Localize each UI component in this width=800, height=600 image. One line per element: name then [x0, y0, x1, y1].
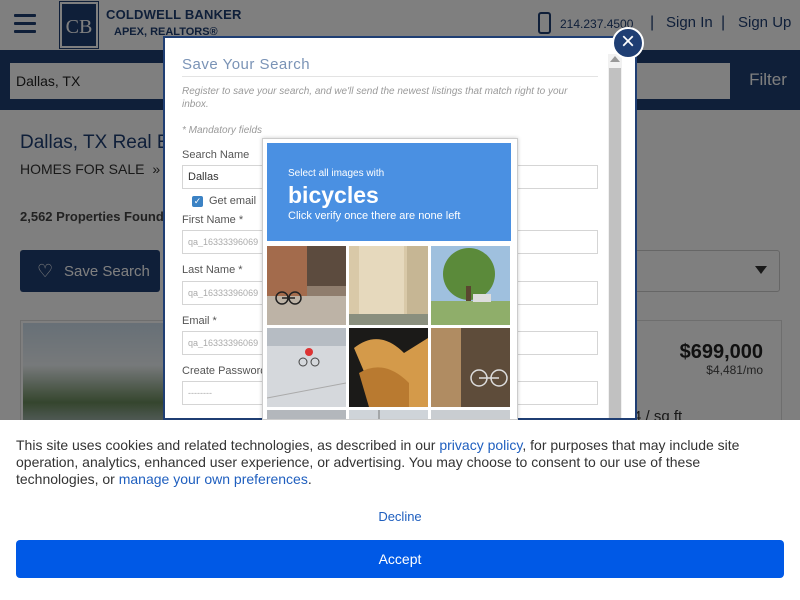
captcha-tile[interactable] [431, 328, 510, 407]
last-name-label: Last Name * [182, 264, 243, 276]
captcha-tile[interactable] [349, 246, 428, 325]
scrollbar-thumb[interactable] [609, 68, 621, 418]
modal-description: Register to save your search, and we'll … [182, 86, 568, 110]
captcha-tile[interactable] [267, 328, 346, 407]
captcha-tile[interactable] [349, 410, 428, 419]
captcha-header: Select all images with bicycles Click ve… [267, 143, 511, 241]
captcha-challenge: Select all images with bicycles Click ve… [262, 138, 518, 420]
accept-button[interactable]: Accept [16, 540, 784, 578]
get-email-checkbox[interactable]: ✓ [192, 196, 203, 207]
password-label: Create Password [182, 365, 267, 377]
captcha-tile[interactable] [431, 410, 510, 419]
search-name-label: Search Name [182, 149, 250, 161]
cookie-text: . [307, 471, 312, 487]
captcha-tile[interactable] [431, 246, 510, 325]
captcha-instruction: Select all images with [288, 168, 385, 179]
captcha-hint: Click verify once there are none left [288, 210, 461, 222]
privacy-policy-link[interactable]: privacy policy [439, 437, 522, 453]
get-email-label: Get email [209, 195, 257, 207]
decline-button[interactable]: Decline [0, 509, 800, 524]
modal-title: Save Your Search [182, 56, 311, 73]
captcha-tile[interactable] [267, 246, 346, 325]
captcha-keyword: bicycles [288, 182, 379, 208]
cookie-message: This site uses cookies and related techn… [16, 437, 786, 488]
cookie-banner: This site uses cookies and related techn… [0, 420, 800, 600]
first-name-label: First Name * [182, 214, 244, 226]
modal-scrollbar[interactable] [608, 54, 622, 418]
captcha-tile[interactable] [267, 410, 346, 419]
captcha-tile[interactable] [349, 328, 428, 407]
mandatory-note: * Mandatory fields [182, 125, 263, 136]
cookie-text: This site uses cookies and related techn… [16, 437, 440, 453]
email-label: Email * [182, 315, 217, 327]
close-icon[interactable]: × [612, 27, 644, 59]
manage-preferences-link[interactable]: manage your own preferences [119, 471, 308, 487]
divider [182, 76, 598, 77]
scroll-up-arrow-icon[interactable] [610, 56, 620, 62]
